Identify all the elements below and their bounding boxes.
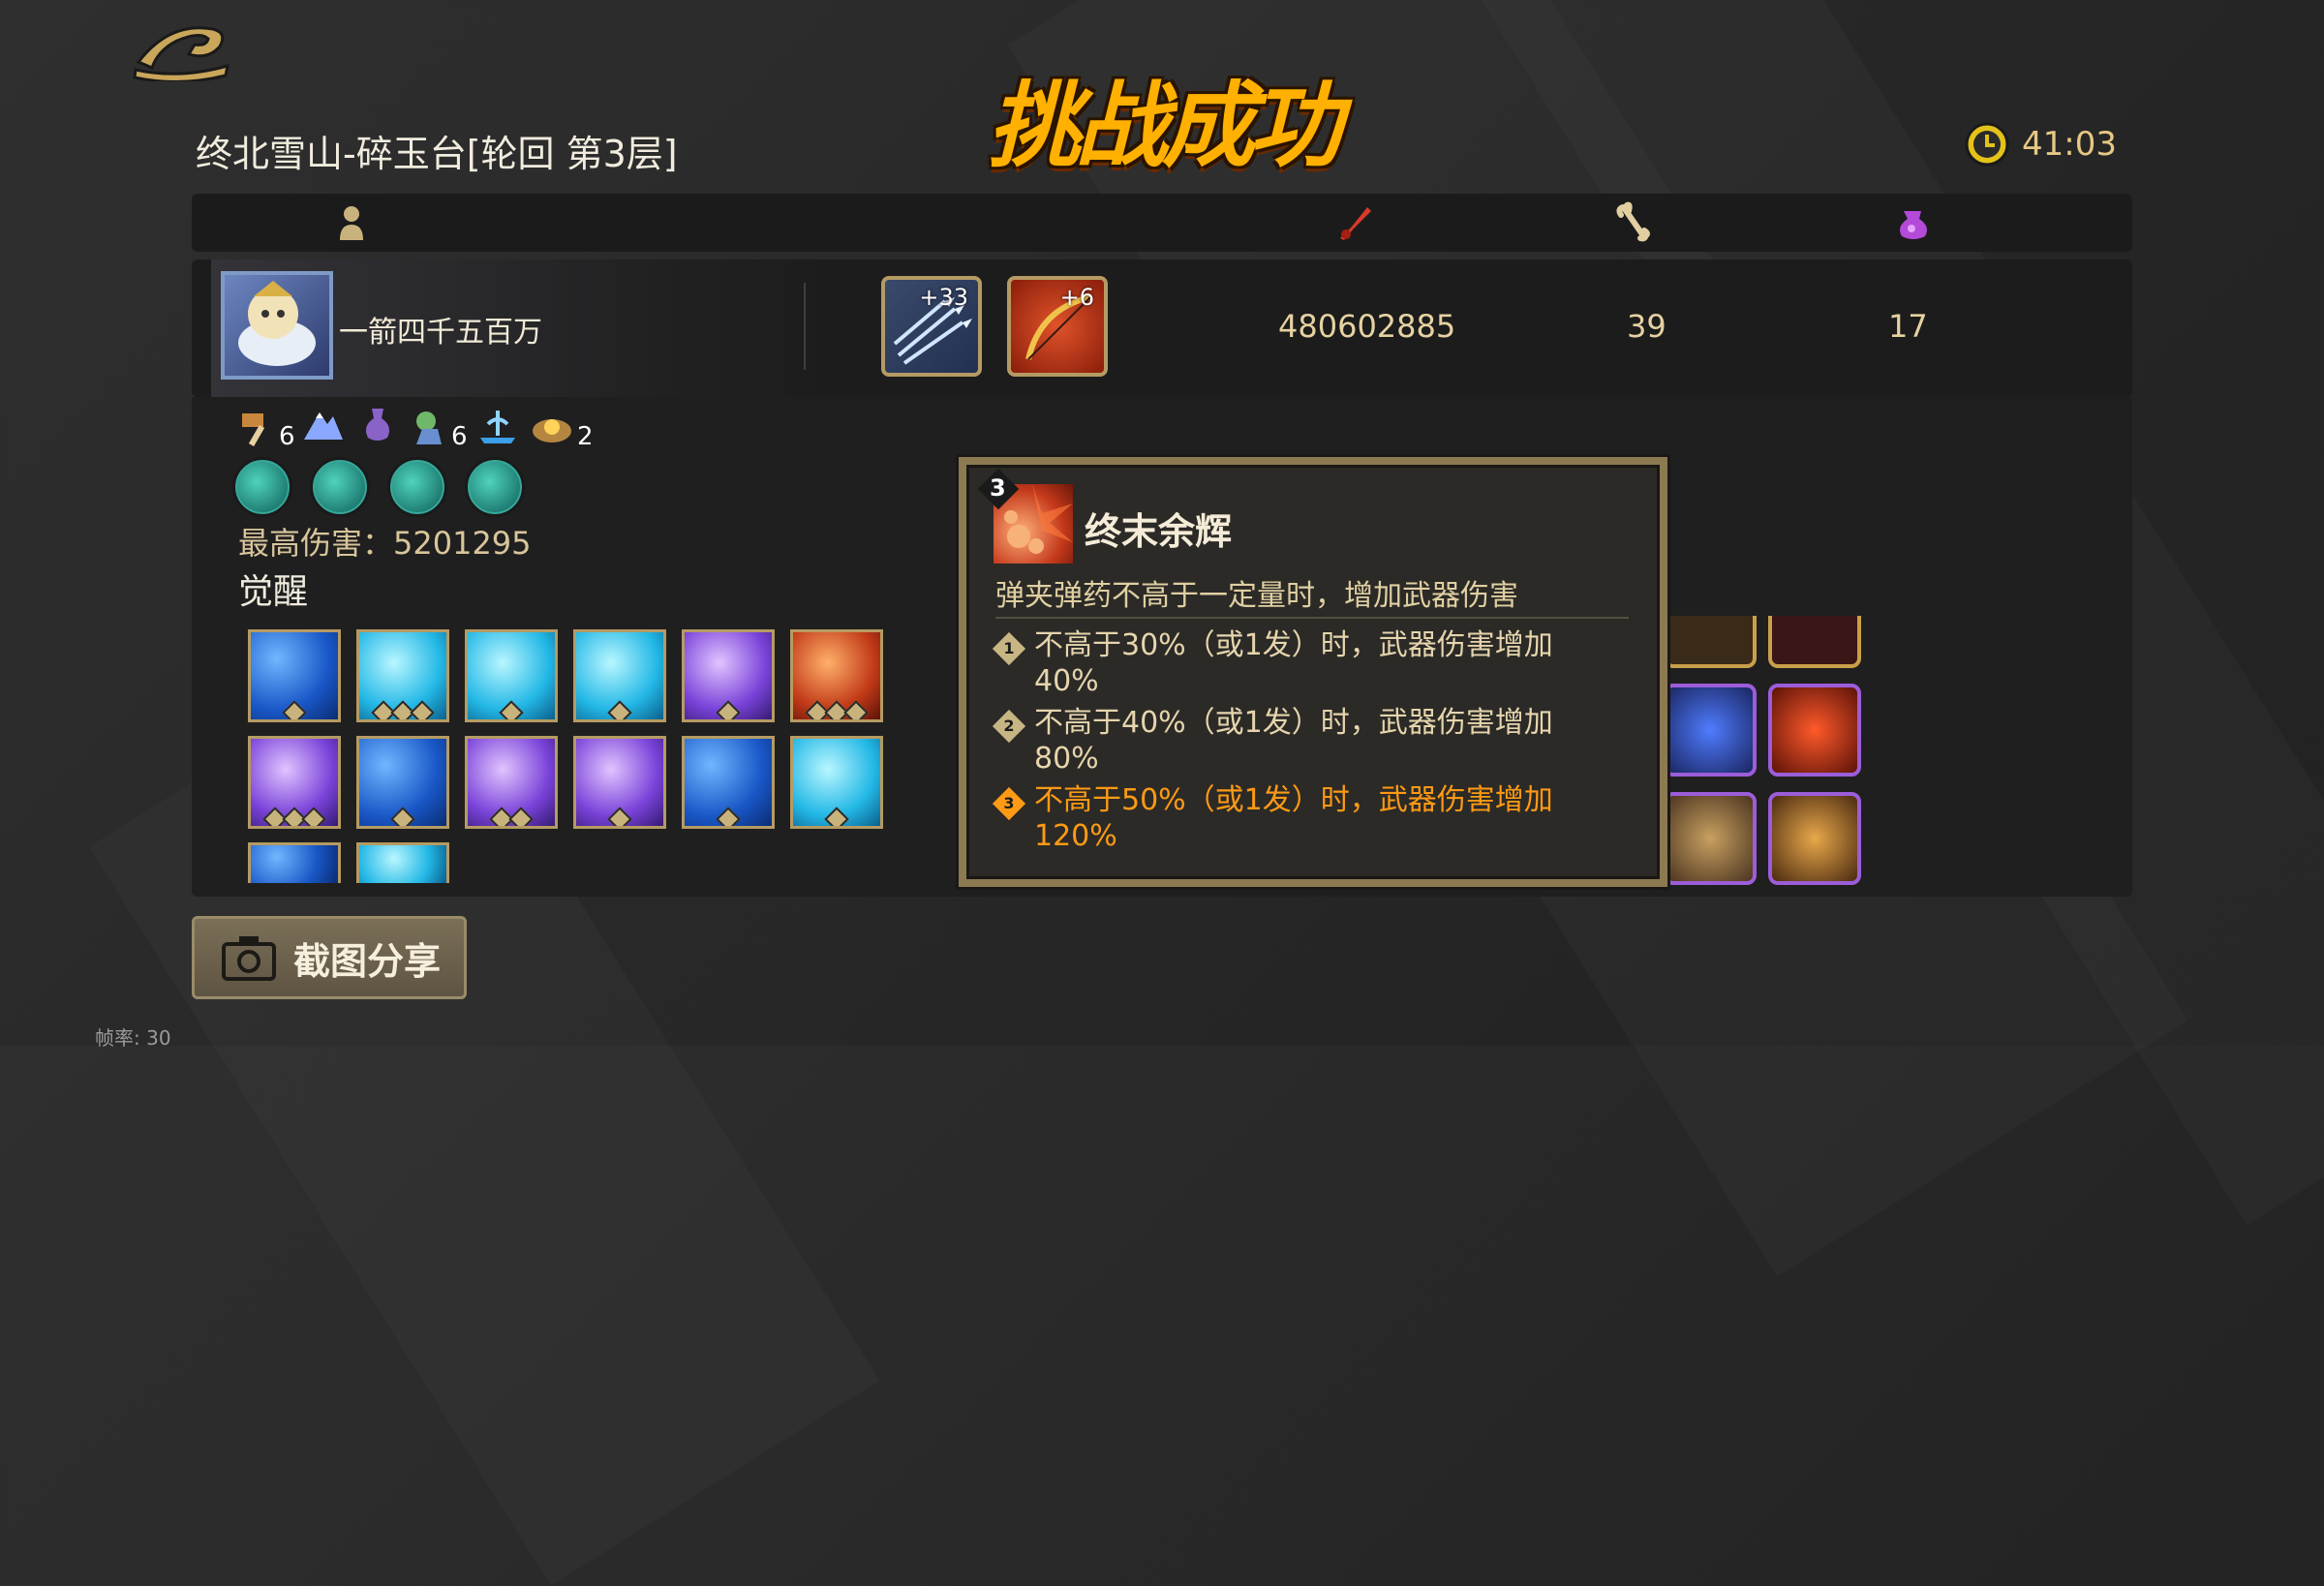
skill-1[interactable] xyxy=(232,457,292,517)
back-arrow-icon xyxy=(133,26,229,83)
awaken-tile[interactable] xyxy=(248,629,341,722)
skill-4[interactable] xyxy=(465,457,525,517)
flask-icon xyxy=(366,409,389,441)
trait-count: 2 xyxy=(577,422,594,451)
tiger-hero-icon xyxy=(238,281,316,366)
player-icon xyxy=(340,206,363,240)
awaken-tile[interactable] xyxy=(248,736,341,829)
tooltip-divider xyxy=(995,617,1629,619)
awaken-tile[interactable] xyxy=(356,842,449,883)
potion-icon xyxy=(1900,211,1927,239)
awaken-tile[interactable] xyxy=(682,629,775,722)
tier-line-2: 不高于40%（或1发）时，武器伤害增加80% xyxy=(1034,706,1553,776)
stat-potion-value: 17 xyxy=(1888,308,1928,345)
trait-hammer: 6 xyxy=(236,405,295,451)
perk-level: 3 xyxy=(990,474,1006,502)
trait-creature: 6 xyxy=(409,405,468,451)
max-damage: 最高伤害：5201295 xyxy=(238,525,532,562)
awaken-tile[interactable] xyxy=(248,842,341,883)
awaken-tile[interactable] xyxy=(356,736,449,829)
awaken-tile[interactable] xyxy=(573,736,666,829)
clock-icon xyxy=(1965,122,2009,167)
divider xyxy=(804,283,806,370)
fps-counter: 帧率: 30 xyxy=(95,1026,171,1050)
timer-value: 41:03 xyxy=(2022,125,2117,164)
screenshot-share-button[interactable]: 截图分享 xyxy=(192,916,467,999)
fountain-icon xyxy=(480,411,515,443)
stats-header xyxy=(192,194,2132,252)
bone-icon xyxy=(1616,201,1650,242)
stat-bone-value: 39 xyxy=(1627,308,1667,345)
timer: 41:03 xyxy=(1964,120,2117,168)
trait-fountain xyxy=(476,405,519,445)
treasure-icon[interactable] xyxy=(1664,792,1757,885)
stage-name: 终北雪山-碎玉台[轮回 第3层] xyxy=(196,133,678,175)
weapon-level: +6 xyxy=(1059,284,1094,311)
damage-icon xyxy=(1340,207,1371,240)
camera-icon xyxy=(222,936,276,981)
fire-coin-icon[interactable] xyxy=(1768,684,1861,777)
awaken-tile[interactable] xyxy=(465,629,558,722)
trait-count: 6 xyxy=(279,422,295,451)
tier-line-1: 不高于30%（或1发）时，武器伤害增加40% xyxy=(1034,628,1553,698)
perk-title: 终末余辉 xyxy=(1085,510,1233,553)
tier-line-3: 不高于50%（或1发）时，武器伤害增加120% xyxy=(1034,783,1553,853)
trait-coins: 2 xyxy=(529,405,594,451)
skill-3[interactable] xyxy=(387,457,447,517)
player-name: 一箭四千五百万 xyxy=(339,316,542,350)
awaken-tile[interactable] xyxy=(790,736,883,829)
item-icon[interactable] xyxy=(1664,616,1757,668)
trait-mountain xyxy=(302,405,345,445)
creature-icon xyxy=(416,412,442,444)
hammer-icon xyxy=(242,413,265,447)
vortex-icon[interactable] xyxy=(1664,684,1757,777)
page-title: 挑战成功 xyxy=(988,72,1342,180)
awaken-tile[interactable] xyxy=(465,736,558,829)
box-icon[interactable] xyxy=(1768,792,1861,885)
awaken-tile[interactable] xyxy=(790,629,883,722)
trait-flask xyxy=(358,405,397,445)
awaken-tile[interactable] xyxy=(573,629,666,722)
weapon-slot-2[interactable]: +6 xyxy=(1007,276,1108,377)
avatar[interactable] xyxy=(221,271,333,380)
damage-value: 480602885 xyxy=(1278,308,1456,345)
back-button[interactable] xyxy=(131,12,237,83)
coin-pile-icon xyxy=(533,419,571,442)
awaken-label: 觉醒 xyxy=(238,572,309,612)
weapon-level: +33 xyxy=(919,284,968,311)
trait-count: 6 xyxy=(451,422,468,451)
weapon-slot-1[interactable]: +33 xyxy=(881,276,982,377)
awaken-tile[interactable] xyxy=(682,736,775,829)
skill-2[interactable] xyxy=(310,457,370,517)
share-label: 截图分享 xyxy=(293,939,442,983)
perk-description: 弹夹弹药不高于一定量时，增加武器伤害 xyxy=(995,579,1518,613)
item-icon[interactable] xyxy=(1768,616,1861,668)
mountain-icon xyxy=(304,412,343,440)
awaken-tile[interactable] xyxy=(356,629,449,722)
